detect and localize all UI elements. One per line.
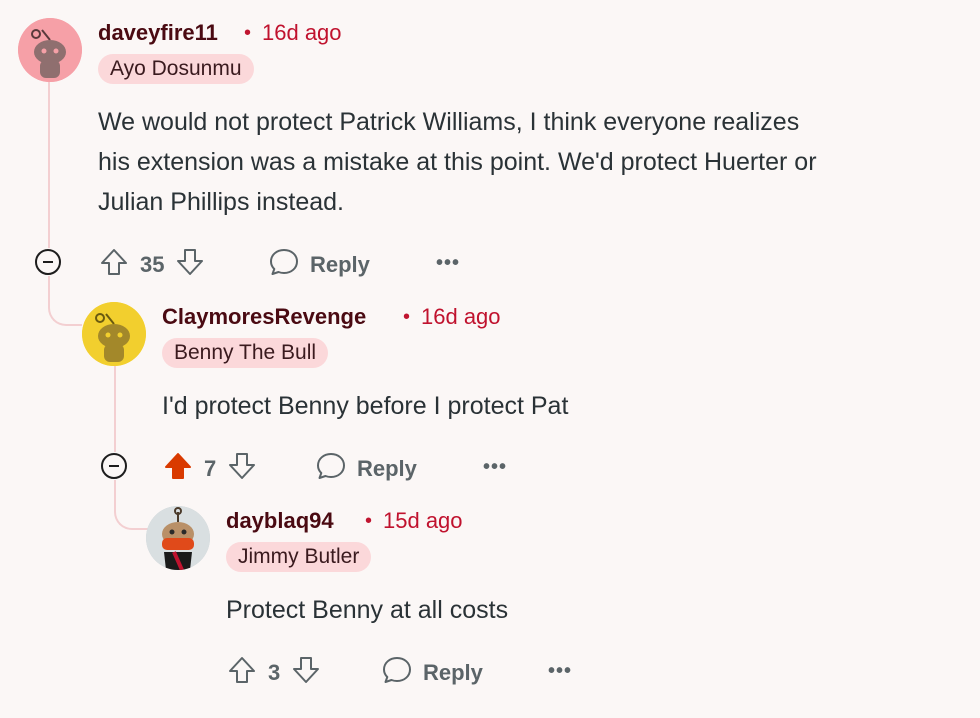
thread-connector <box>48 276 82 326</box>
more-options-button[interactable]: ••• <box>548 660 572 683</box>
comment-bubble-icon <box>268 246 300 284</box>
comment-body-line: his extension was a mistake at this poin… <box>98 148 817 176</box>
collapse-thread-button[interactable] <box>101 453 127 479</box>
timestamp[interactable]: 16d ago <box>421 304 501 330</box>
avatar[interactable] <box>82 302 146 366</box>
more-options-button[interactable]: ••• <box>436 252 460 275</box>
vote-controls: 3 <box>226 654 322 692</box>
downvote-icon[interactable] <box>226 450 258 488</box>
vote-controls: 7 <box>162 450 258 488</box>
vote-count: 3 <box>268 660 281 685</box>
snoo-avatar-icon <box>146 506 210 570</box>
separator-dot: • <box>403 306 411 328</box>
timestamp[interactable]: 15d ago <box>383 508 463 534</box>
downvote-icon[interactable] <box>174 246 206 284</box>
comment-body: I'd protect Benny before I protect Pat <box>162 392 569 420</box>
reply-label: Reply <box>310 252 370 277</box>
upvote-icon[interactable] <box>98 246 130 284</box>
thread-line <box>114 366 116 452</box>
downvote-icon[interactable] <box>290 654 322 692</box>
collapse-thread-button[interactable] <box>35 249 61 275</box>
reply-label: Reply <box>357 456 417 481</box>
reply-button[interactable]: Reply <box>315 450 417 488</box>
snoo-avatar-icon <box>18 18 82 82</box>
vote-count: 7 <box>204 456 217 481</box>
reply-button[interactable]: Reply <box>381 654 483 692</box>
user-flair: Jimmy Butler <box>226 542 372 572</box>
separator-dot: • <box>244 22 252 44</box>
username[interactable]: daveyfire11 <box>98 20 218 46</box>
snoo-avatar-icon <box>82 302 146 366</box>
user-flair: Benny The Bull <box>162 338 329 368</box>
more-options-button[interactable]: ••• <box>483 456 507 479</box>
username[interactable]: dayblaq94 <box>226 508 334 534</box>
comment-body: Protect Benny at all costs <box>226 596 509 624</box>
upvote-icon[interactable] <box>162 450 194 488</box>
thread-connector <box>114 480 148 530</box>
avatar[interactable] <box>18 18 82 82</box>
reply-button[interactable]: Reply <box>268 246 370 284</box>
thread-line <box>48 82 50 248</box>
timestamp[interactable]: 16d ago <box>262 20 342 46</box>
vote-controls: 35 <box>98 246 206 284</box>
user-flair: Ayo Dosunmu <box>98 54 254 84</box>
comment-body-line: We would not protect Patrick Williams, I… <box>98 108 800 136</box>
vote-count: 35 <box>140 252 165 277</box>
comment-body-line: Julian Phillips instead. <box>98 188 344 216</box>
separator-dot: • <box>365 510 373 532</box>
comment-bubble-icon <box>315 450 347 488</box>
upvote-icon[interactable] <box>226 654 258 692</box>
comment-body: We would not protect Patrick Williams, I… <box>98 102 958 222</box>
reply-label: Reply <box>423 660 483 685</box>
comment-bubble-icon <box>381 654 413 692</box>
avatar[interactable] <box>146 506 210 570</box>
username[interactable]: ClaymoresRevenge <box>162 304 366 330</box>
